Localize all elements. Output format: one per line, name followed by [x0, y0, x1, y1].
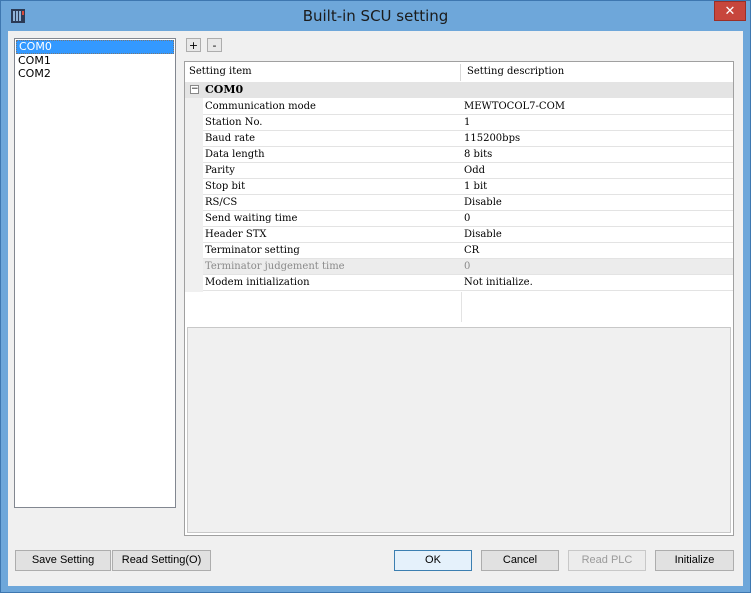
dialog-client: COM0 COM1 COM2 + - Setting item Setting …: [8, 31, 743, 586]
setting-value[interactable]: CR: [461, 243, 733, 259]
close-icon: ✕: [724, 4, 736, 19]
grid-row[interactable]: Send waiting time 0: [185, 211, 733, 227]
setting-item: Stop bit: [203, 179, 463, 195]
port-list-item-com1[interactable]: COM1: [16, 54, 174, 67]
port-list-item-com2[interactable]: COM2: [16, 67, 174, 80]
grid-row[interactable]: Data length 8 bits: [185, 147, 733, 163]
collapse-all-button[interactable]: -: [207, 38, 222, 52]
setting-item: Header STX: [203, 227, 463, 243]
save-setting-button[interactable]: Save Setting: [15, 550, 111, 571]
setting-value[interactable]: 0: [461, 211, 733, 227]
setting-item: Baud rate: [203, 131, 463, 147]
grid-row[interactable]: Baud rate 115200bps: [185, 131, 733, 147]
grid-row[interactable]: Stop bit 1 bit: [185, 179, 733, 195]
setting-item: Terminator judgement time: [203, 259, 463, 275]
ok-button[interactable]: OK: [394, 550, 472, 571]
property-grid[interactable]: Setting item Setting description − COM0 …: [185, 62, 733, 322]
setting-value[interactable]: 8 bits: [461, 147, 733, 163]
header-separator[interactable]: [460, 64, 461, 81]
port-list-item-com0[interactable]: COM0: [16, 40, 174, 54]
grid-header: Setting item Setting description: [185, 64, 733, 81]
read-plc-button: Read PLC: [568, 550, 646, 571]
setting-item: RS/CS: [203, 195, 463, 211]
setting-value[interactable]: MEWTOCOL7-COM: [461, 99, 733, 115]
expand-all-button[interactable]: +: [186, 38, 201, 52]
column-separator: [461, 292, 462, 322]
setting-item: Terminator setting: [203, 243, 463, 259]
col-header-item: Setting item: [189, 66, 252, 77]
close-button[interactable]: ✕: [714, 1, 746, 21]
settings-panel: Setting item Setting description − COM0 …: [184, 61, 734, 536]
setting-value[interactable]: Odd: [461, 163, 733, 179]
description-box: [187, 327, 731, 533]
setting-item: Parity: [203, 163, 463, 179]
setting-value[interactable]: Disable: [461, 227, 733, 243]
setting-item: Send waiting time: [203, 211, 463, 227]
col-header-description: Setting description: [467, 66, 565, 77]
setting-value: 0: [461, 259, 733, 275]
initialize-button[interactable]: Initialize: [655, 550, 734, 571]
grid-row[interactable]: Station No. 1: [185, 115, 733, 131]
grid-row[interactable]: Header STX Disable: [185, 227, 733, 243]
grid-row[interactable]: Parity Odd: [185, 163, 733, 179]
setting-value[interactable]: Not initialize.: [461, 275, 733, 291]
setting-value[interactable]: 115200bps: [461, 131, 733, 147]
setting-value[interactable]: 1: [461, 115, 733, 131]
setting-item: Modem initialization: [203, 275, 463, 291]
port-list[interactable]: COM0 COM1 COM2: [14, 38, 176, 508]
category-row-com0[interactable]: − COM0: [185, 82, 733, 98]
dialog-window: Built-in SCU setting ✕ COM0 COM1 COM2 + …: [0, 0, 751, 593]
grid-row[interactable]: RS/CS Disable: [185, 195, 733, 211]
read-setting-button[interactable]: Read Setting(O): [112, 550, 211, 571]
minus-box-icon[interactable]: −: [190, 85, 199, 94]
grid-row[interactable]: Communication mode MEWTOCOL7-COM: [185, 99, 733, 115]
grid-row[interactable]: Terminator setting CR: [185, 243, 733, 259]
grid-row: Terminator judgement time 0: [185, 259, 733, 275]
grid-row[interactable]: Modem initialization Not initialize.: [185, 275, 733, 291]
setting-item: Station No.: [203, 115, 463, 131]
cancel-button[interactable]: Cancel: [481, 550, 559, 571]
category-label: COM0: [205, 83, 244, 96]
setting-item: Communication mode: [203, 99, 463, 115]
setting-value[interactable]: Disable: [461, 195, 733, 211]
setting-item: Data length: [203, 147, 463, 163]
setting-value[interactable]: 1 bit: [461, 179, 733, 195]
title-bar[interactable]: Built-in SCU setting ✕: [1, 1, 750, 31]
window-title: Built-in SCU setting: [302, 7, 449, 25]
